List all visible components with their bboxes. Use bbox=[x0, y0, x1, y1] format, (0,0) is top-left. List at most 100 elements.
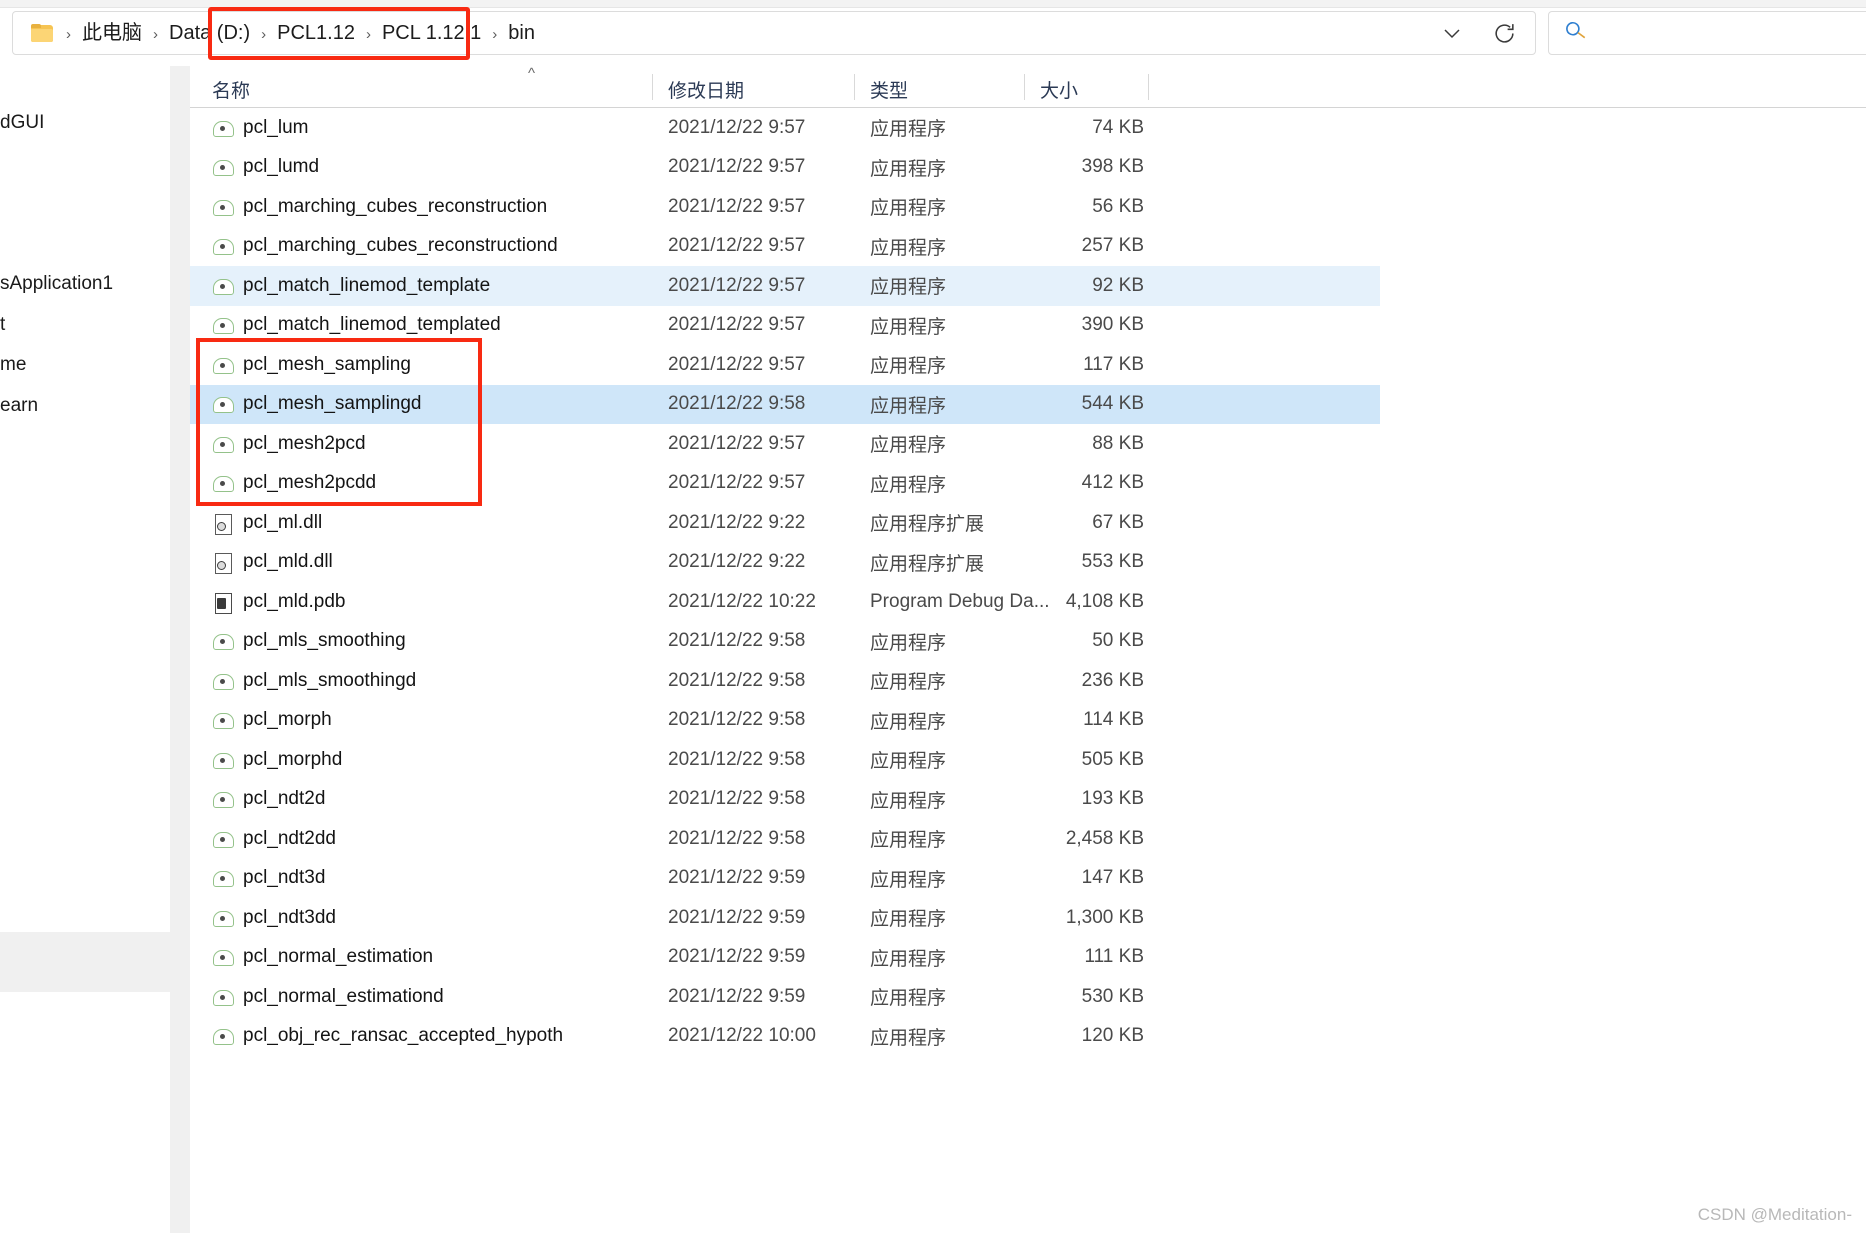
table-row[interactable]: pcl_ml.dll 2021/12/22 9:22 应用程序扩展 67 KB bbox=[190, 503, 1380, 543]
file-name-cell[interactable]: pcl_mld.pdb bbox=[212, 582, 345, 622]
table-row[interactable]: pcl_normal_estimation 2021/12/22 9:59 应用程序… bbox=[190, 938, 1380, 978]
table-row[interactable]: pcl_mesh2pcd 2021/12/22 9:57 应用程序 88 KB bbox=[190, 424, 1380, 464]
file-type-cell: 应用程序 bbox=[870, 474, 947, 496]
file-name-cell[interactable]: pcl_normal_estimation bbox=[212, 938, 433, 978]
nav-item-1[interactable]: sApplication1 bbox=[0, 273, 113, 295]
table-row[interactable]: pcl_obj_rec_ransac_accepted_hypoth 2021/1… bbox=[190, 1017, 1380, 1057]
nav-item-4[interactable]: earn bbox=[0, 395, 38, 417]
table-row[interactable]: pcl_mld.pdb 2021/12/22 10:22 Program Debug… bbox=[190, 582, 1380, 622]
file-name-cell[interactable]: pcl_match_linemod_template bbox=[212, 266, 490, 306]
sort-ascending-icon: ^ bbox=[528, 66, 536, 82]
file-name-label: pcl_mesh_sampling bbox=[243, 353, 411, 375]
dll-file-icon bbox=[212, 511, 234, 535]
refresh-icon[interactable] bbox=[1489, 18, 1519, 48]
file-name-label: pcl_mls_smoothingd bbox=[243, 669, 417, 691]
file-size-cell: 117 KB bbox=[1083, 353, 1144, 375]
file-name-cell[interactable]: pcl_morphd bbox=[212, 740, 342, 780]
file-name-label: pcl_lumd bbox=[243, 156, 320, 178]
address-bar-actions bbox=[1437, 18, 1525, 48]
chevron-down-icon[interactable] bbox=[1437, 18, 1467, 48]
file-name-cell[interactable]: pcl_marching_cubes_reconstruction bbox=[212, 187, 547, 227]
file-list[interactable]: pcl_lum 2021/12/22 9:57 应用程序 74 KB pcl_lumd 2… bbox=[190, 108, 1866, 1056]
breadcrumb-separator: › bbox=[365, 25, 371, 43]
search-input[interactable] bbox=[1548, 11, 1866, 55]
breadcrumb-item-4[interactable]: bin bbox=[504, 20, 539, 46]
breadcrumb-item-0[interactable]: 此电脑 bbox=[78, 20, 146, 46]
file-name-label: pcl_morph bbox=[243, 709, 332, 731]
file-type-cell: 应用程序 bbox=[870, 198, 947, 220]
column-header-size[interactable]: 大小 bbox=[1040, 76, 1078, 103]
table-row[interactable]: pcl_ndt2dd 2021/12/22 9:58 应用程序 2,458 KB bbox=[190, 819, 1380, 859]
exe-file-icon bbox=[212, 353, 234, 377]
file-name-cell[interactable]: pcl_lum bbox=[212, 108, 308, 148]
breadcrumb[interactable]: › 此电脑 › Data (D:) › PCL1.12 › PCL 1.12.1 › bin bbox=[59, 23, 539, 44]
file-name-label: pcl_marching_cubes_reconstruction bbox=[243, 195, 548, 217]
nav-item-2[interactable]: t bbox=[0, 314, 5, 336]
table-row[interactable]: pcl_mls_smoothing 2021/12/22 9:58 应用程序 50 K… bbox=[190, 622, 1380, 662]
file-name-cell[interactable]: pcl_mesh2pcd bbox=[212, 424, 366, 464]
file-name-cell[interactable]: pcl_mesh_samplingd bbox=[212, 385, 422, 425]
table-row[interactable]: pcl_mesh_samplingd 2021/12/22 9:58 应用程序 544… bbox=[190, 384, 1380, 425]
table-row[interactable]: pcl_ndt3dd 2021/12/22 9:59 应用程序 1,300 KB bbox=[190, 898, 1380, 938]
file-date-cell: 2021/12/22 9:22 bbox=[668, 551, 806, 573]
exe-file-icon bbox=[212, 866, 234, 890]
file-name-cell[interactable]: pcl_ndt3dd bbox=[212, 898, 336, 938]
file-name-cell[interactable]: pcl_match_linemod_templated bbox=[212, 306, 501, 346]
file-name-cell[interactable]: pcl_obj_rec_ransac_accepted_hypoth bbox=[212, 1017, 563, 1057]
file-date-cell: 2021/12/22 9:59 bbox=[668, 985, 806, 1007]
table-row[interactable]: pcl_marching_cubes_reconstruction 2021/12… bbox=[190, 187, 1380, 227]
breadcrumb-separator: › bbox=[153, 25, 158, 43]
file-date-cell: 2021/12/22 9:59 bbox=[668, 906, 806, 928]
breadcrumb-item-3[interactable]: PCL 1.12.1 bbox=[378, 20, 485, 46]
column-divider-2[interactable] bbox=[854, 74, 855, 100]
file-list-pane: ^ 名称 修改日期 类型 大小 pcl_lum 2021/12/22 9:57 应用… bbox=[190, 66, 1866, 1233]
file-name-cell[interactable]: pcl_ndt3d bbox=[212, 859, 325, 899]
file-size-cell: 390 KB bbox=[1081, 314, 1144, 336]
column-divider-3[interactable] bbox=[1024, 74, 1025, 100]
address-bar[interactable]: › 此电脑 › Data (D:) › PCL1.12 › PCL 1.12.1 › bin bbox=[12, 11, 1536, 55]
table-row[interactable]: pcl_morph 2021/12/22 9:58 应用程序 114 KB bbox=[190, 701, 1380, 741]
table-row[interactable]: pcl_match_linemod_template 2021/12/22 9:5… bbox=[190, 266, 1380, 306]
column-header-type[interactable]: 类型 bbox=[870, 76, 908, 103]
column-header-name[interactable]: 名称 bbox=[212, 76, 250, 103]
table-row[interactable]: pcl_normal_estimationd 2021/12/22 9:59 应用程… bbox=[190, 977, 1380, 1017]
file-name-cell[interactable]: pcl_mls_smoothingd bbox=[212, 661, 416, 701]
exe-file-icon bbox=[212, 1024, 234, 1048]
file-name-cell[interactable]: pcl_mls_smoothing bbox=[212, 622, 406, 662]
table-row[interactable]: pcl_mesh_sampling 2021/12/22 9:57 应用程序 117 … bbox=[190, 345, 1380, 385]
file-name-label: pcl_ml.dll bbox=[243, 511, 323, 533]
table-row[interactable]: pcl_marching_cubes_reconstructiond 2021/1… bbox=[190, 227, 1380, 267]
file-name-cell[interactable]: pcl_ndt2dd bbox=[212, 819, 336, 859]
column-divider-1[interactable] bbox=[652, 74, 653, 100]
breadcrumb-item-2[interactable]: PCL1.12 bbox=[273, 20, 359, 46]
file-list-scrollbar[interactable] bbox=[172, 66, 357, 1233]
file-name-cell[interactable]: pcl_morph bbox=[212, 701, 332, 741]
navigation-pane[interactable]: dGUI sApplication1 t me earn bbox=[0, 66, 170, 1233]
column-divider-4[interactable] bbox=[1148, 74, 1149, 100]
table-row[interactable]: pcl_morphd 2021/12/22 9:58 应用程序 505 KB bbox=[190, 740, 1380, 780]
file-name-cell[interactable]: pcl_normal_estimationd bbox=[212, 977, 444, 1017]
file-name-cell[interactable]: pcl_mld.dll bbox=[212, 543, 333, 583]
file-size-cell: 398 KB bbox=[1081, 156, 1144, 178]
column-header-date[interactable]: 修改日期 bbox=[668, 76, 744, 103]
table-row[interactable]: pcl_match_linemod_templated 2021/12/22 9:… bbox=[190, 306, 1380, 346]
breadcrumb-item-1[interactable]: Data (D:) bbox=[165, 20, 254, 46]
table-row[interactable]: pcl_lum 2021/12/22 9:57 应用程序 74 KB bbox=[190, 108, 1380, 148]
file-name-cell[interactable]: pcl_mesh2pcdd bbox=[212, 464, 376, 504]
file-type-cell: 应用程序扩展 bbox=[870, 553, 985, 575]
table-row[interactable]: pcl_mesh2pcdd 2021/12/22 9:57 应用程序 412 KB bbox=[190, 464, 1380, 504]
table-row[interactable]: pcl_ndt3d 2021/12/22 9:59 应用程序 147 KB bbox=[190, 859, 1380, 899]
file-type-cell: 应用程序 bbox=[870, 158, 947, 180]
file-name-cell[interactable]: pcl_mesh_sampling bbox=[212, 345, 411, 385]
file-name-cell[interactable]: pcl_marching_cubes_reconstructiond bbox=[212, 227, 558, 267]
table-row[interactable]: pcl_ndt2d 2021/12/22 9:58 应用程序 193 KB bbox=[190, 780, 1380, 820]
file-date-cell: 2021/12/22 9:59 bbox=[668, 946, 806, 968]
table-row[interactable]: pcl_lumd 2021/12/22 9:57 应用程序 398 KB bbox=[190, 148, 1380, 188]
table-row[interactable]: pcl_mld.dll 2021/12/22 9:22 应用程序扩展 553 KB bbox=[190, 543, 1380, 583]
nav-item-0[interactable]: dGUI bbox=[0, 112, 44, 134]
nav-item-3[interactable]: me bbox=[0, 354, 26, 376]
file-name-cell[interactable]: pcl_ml.dll bbox=[212, 503, 322, 543]
file-name-cell[interactable]: pcl_ndt2d bbox=[212, 780, 325, 820]
table-row[interactable]: pcl_mls_smoothingd 2021/12/22 9:58 应用程序 236… bbox=[190, 661, 1380, 701]
file-name-cell[interactable]: pcl_lumd bbox=[212, 148, 319, 188]
